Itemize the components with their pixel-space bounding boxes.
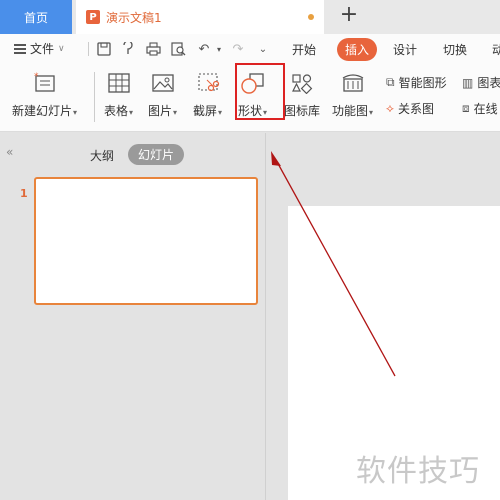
annotation-arrow [271, 151, 396, 377]
